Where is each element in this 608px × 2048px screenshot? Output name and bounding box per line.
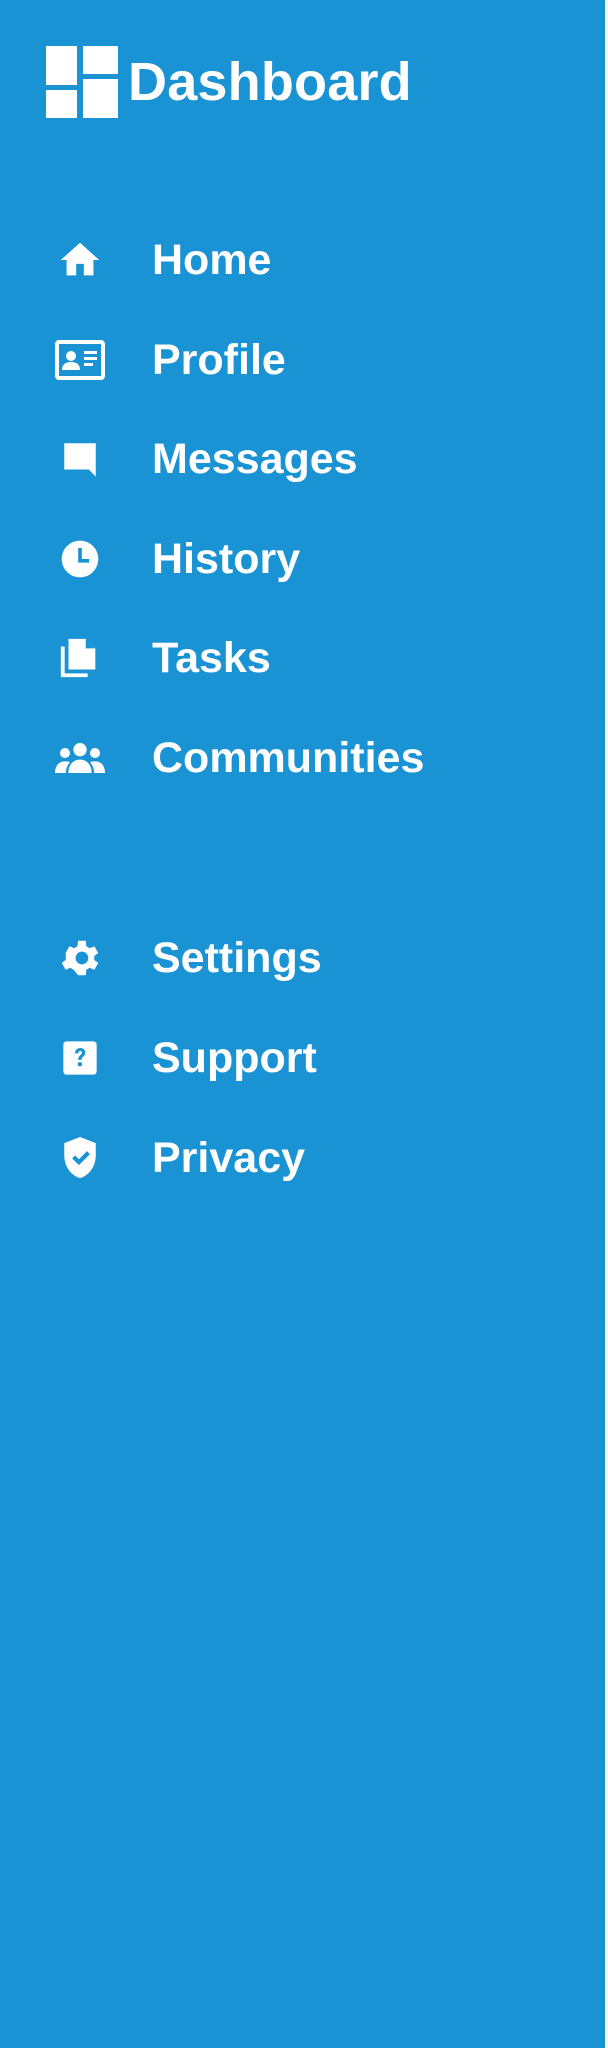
home-icon	[54, 234, 106, 286]
documents-icon	[54, 632, 106, 684]
sidebar-item-privacy[interactable]: Privacy	[0, 1118, 605, 1198]
sidebar: Dashboard Home Profile Messages History …	[0, 0, 605, 2048]
brand-header[interactable]: Dashboard	[46, 46, 412, 118]
help-icon	[54, 1032, 106, 1084]
dashboard-icon	[46, 46, 118, 118]
sidebar-item-support[interactable]: Support	[0, 1018, 605, 1098]
message-icon	[54, 433, 106, 485]
sidebar-item-label: Home	[152, 235, 272, 284]
sidebar-item-label: Profile	[152, 335, 286, 384]
sidebar-item-messages[interactable]: Messages	[0, 419, 605, 499]
gear-icon	[54, 932, 106, 984]
sidebar-item-label: Messages	[152, 434, 358, 483]
sidebar-item-communities[interactable]: Communities	[0, 718, 605, 798]
id-card-icon	[54, 334, 106, 386]
shield-check-icon	[54, 1132, 106, 1184]
sidebar-item-label: Support	[152, 1033, 317, 1082]
sidebar-item-label: Privacy	[152, 1133, 306, 1182]
sidebar-item-label: Communities	[152, 733, 425, 782]
sidebar-item-label: Settings	[152, 933, 322, 982]
sidebar-item-history[interactable]: History	[0, 519, 605, 599]
clock-icon	[54, 533, 106, 585]
sidebar-item-settings[interactable]: Settings	[0, 918, 605, 998]
sidebar-item-home[interactable]: Home	[0, 220, 605, 300]
people-icon	[54, 732, 106, 784]
app-title: Dashboard	[128, 52, 412, 112]
sidebar-item-label: Tasks	[152, 633, 271, 682]
sidebar-item-profile[interactable]: Profile	[0, 320, 605, 400]
sidebar-item-tasks[interactable]: Tasks	[0, 618, 605, 698]
sidebar-item-label: History	[152, 534, 301, 583]
